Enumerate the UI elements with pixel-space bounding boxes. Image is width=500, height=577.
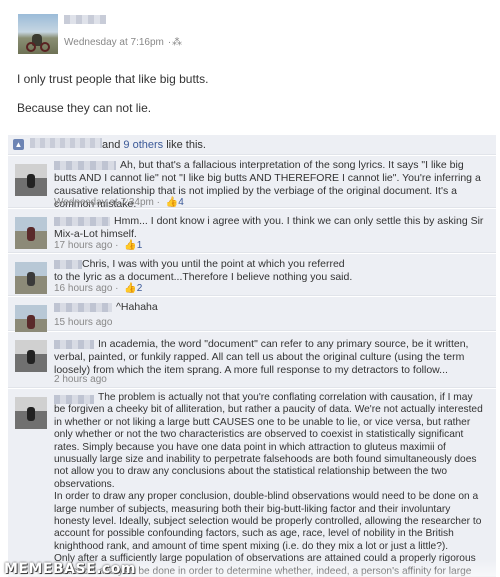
comment: Hmm... I dont know i agree with you. I t… <box>8 209 496 253</box>
like-count[interactable]: 2 <box>137 283 143 294</box>
post-timestamp[interactable]: Wednesday at 7:16pm · ⁂ <box>64 37 182 48</box>
commenter-avatar[interactable] <box>15 164 47 196</box>
like-icon[interactable]: 👍 <box>124 283 136 294</box>
comment: Chris, I was with you until the point at… <box>8 254 496 296</box>
commenter-avatar[interactable] <box>15 397 47 429</box>
comment-timestamp[interactable]: 16 hours ago <box>54 283 112 294</box>
comment: In academia, the word "document" can ref… <box>8 332 496 388</box>
comment-meta: 2 hours ago <box>54 374 107 385</box>
like-count[interactable]: 1 <box>137 240 143 251</box>
comment-timestamp[interactable]: 2 hours ago <box>54 374 107 385</box>
comment: Ah, but that's a fallacious interpretati… <box>8 156 496 210</box>
likes-bar: ▲ and 9 others like this. <box>8 135 496 155</box>
like-icon[interactable]: 👍 <box>166 197 178 208</box>
audience-icon: · ⁂ <box>167 37 182 48</box>
likes-summary: and 9 others like this. <box>102 139 206 151</box>
liker-name-redacted[interactable] <box>30 138 102 148</box>
post-text-line-1: I only trust people that like big butts. <box>17 72 209 86</box>
comment-text: The problem is actually not that you're … <box>54 392 483 577</box>
commenter-avatar[interactable] <box>15 262 47 294</box>
comment-timestamp[interactable]: 15 hours ago <box>54 317 112 328</box>
memebase-watermark: MEMEBASE.com <box>4 561 136 577</box>
comment-meta: Wednesday at 7:34pm · 👍4 <box>54 197 184 208</box>
commenter-avatar[interactable] <box>15 217 47 249</box>
comment-timestamp[interactable]: Wednesday at 7:34pm <box>54 197 154 208</box>
comment-meta: 16 hours ago · 👍2 <box>54 283 143 294</box>
poster-avatar[interactable] <box>18 14 58 54</box>
poster-name-redacted[interactable] <box>64 15 106 24</box>
commenter-avatar[interactable] <box>15 340 47 372</box>
post-text-line-2: Because they can not lie. <box>17 101 152 115</box>
like-icon: ▲ <box>13 139 24 150</box>
post-header: Wednesday at 7:16pm · ⁂ <box>0 0 500 58</box>
comment-text: Chris, I was with you until the point at… <box>54 258 353 283</box>
comment-timestamp[interactable]: 17 hours ago <box>54 240 112 251</box>
like-icon[interactable]: 👍 <box>124 240 136 251</box>
post-body: I only trust people that like big butts.… <box>17 72 487 116</box>
like-count[interactable]: 4 <box>178 197 184 208</box>
comment-text: In academia, the word "document" can ref… <box>54 338 469 376</box>
comment-meta: 15 hours ago <box>54 317 112 328</box>
others-link[interactable]: 9 others <box>123 139 163 151</box>
comment-text: Hmm... I dont know i agree with you. I t… <box>54 215 484 240</box>
comment-text: ^Hahaha <box>116 301 158 313</box>
comment: The problem is actually not that you're … <box>8 389 496 577</box>
comment-meta: 17 hours ago · 👍1 <box>54 240 143 251</box>
comment: ^Hahaha 15 hours ago <box>8 297 496 337</box>
